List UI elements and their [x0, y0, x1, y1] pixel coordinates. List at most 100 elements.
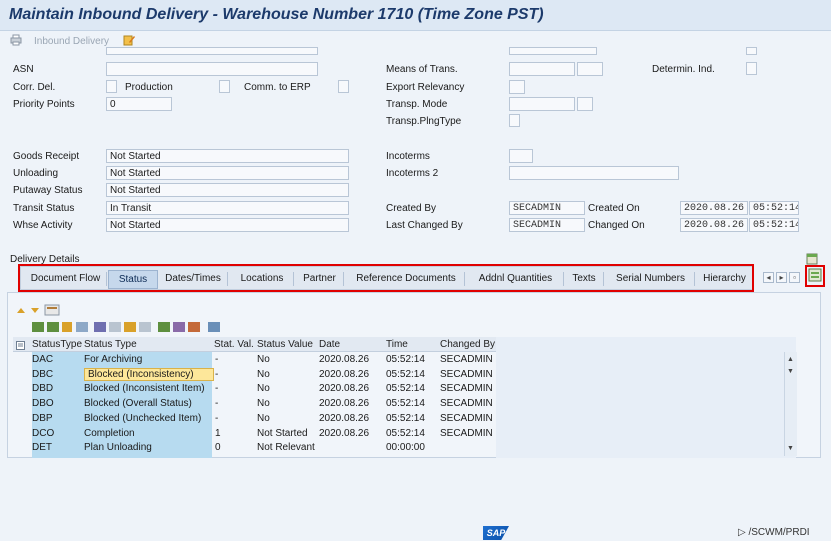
changed-on-date-field[interactable]: 2020.08.26: [680, 218, 748, 232]
col-time[interactable]: Time: [386, 339, 408, 350]
top-right-field-partial[interactable]: [509, 47, 597, 55]
col-changed-by[interactable]: Changed By: [440, 339, 495, 350]
tab-scroll-left-button[interactable]: ◂: [763, 272, 774, 283]
cell-status-code[interactable]: DBD: [32, 383, 53, 394]
cell-status-code[interactable]: DBO: [32, 398, 54, 409]
incoterms2-field[interactable]: [509, 166, 679, 180]
col-status-value[interactable]: Status Value: [257, 339, 313, 350]
created-by-field[interactable]: SECADMIN: [509, 201, 585, 215]
cell-status-code[interactable]: DBC: [32, 369, 53, 380]
cell-time[interactable]: 05:52:14: [386, 428, 425, 439]
transit-status-field[interactable]: In Transit: [106, 201, 349, 215]
cell-status-type[interactable]: Completion: [84, 428, 135, 439]
cell-stat-val[interactable]: -: [215, 383, 218, 394]
tab-scroll-right-button[interactable]: ▸: [776, 272, 787, 283]
cell-stat-val[interactable]: -: [215, 413, 218, 424]
transp-plng-type-field[interactable]: [509, 114, 520, 127]
cell-time[interactable]: 05:52:14: [386, 398, 425, 409]
goods-receipt-field[interactable]: Not Started: [106, 149, 349, 163]
scroll-page-down-icon[interactable]: ▼: [787, 368, 794, 375]
cell-status-type[interactable]: Blocked (Inconsistent Item): [84, 383, 205, 394]
cell-status-code[interactable]: DBP: [32, 413, 53, 424]
select-all-icon[interactable]: [16, 341, 25, 350]
table-row[interactable]: DBO Blocked (Overall Status) - No 2020.08.26…: [14, 397, 494, 411]
col-statustype[interactable]: StatusType: [32, 339, 82, 350]
system-info[interactable]: ▷ /SCWM/PRDI: [738, 527, 810, 538]
cell-date[interactable]: 2020.08.26: [319, 398, 369, 409]
table-row[interactable]: DET Plan Unloading 0 Not Relevant 00:00:00: [14, 441, 494, 455]
table-row[interactable]: DAC For Archiving - No 2020.08.26 05:52:14 SEC…: [14, 353, 494, 367]
cell-status-type[interactable]: Blocked (Inconsistency): [84, 367, 214, 381]
means-of-trans-field[interactable]: [509, 62, 575, 76]
col-date[interactable]: Date: [319, 339, 340, 350]
table-row[interactable]: DBC Blocked (Inconsistency) - No 2020.08.26 0…: [14, 367, 494, 382]
cell-changed-by[interactable]: SECADMIN: [440, 428, 493, 439]
table-row[interactable]: DBD Blocked (Inconsistent Item) - No 2020.08…: [14, 382, 494, 396]
inbound-delivery-button[interactable]: Inbound Delivery: [34, 36, 109, 47]
cell-stat-val[interactable]: -: [215, 398, 218, 409]
cell-time[interactable]: 05:52:14: [386, 354, 425, 365]
means-of-trans-field-2[interactable]: [577, 62, 603, 76]
cell-status-value[interactable]: Not Relevant: [257, 442, 315, 453]
cell-time[interactable]: 05:52:14: [386, 369, 425, 380]
cell-date[interactable]: 2020.08.26: [319, 428, 369, 439]
table-row[interactable]: DBP Blocked (Unchecked Item) - No 2020.08.26…: [14, 412, 494, 426]
cell-time[interactable]: 00:00:00: [386, 442, 425, 453]
priority-points-field[interactable]: 0: [106, 97, 172, 111]
table-vertical-scrollbar[interactable]: ▲ ▼ ▼: [784, 352, 797, 456]
putaway-status-field[interactable]: Not Started: [106, 183, 349, 197]
select-layout-icon[interactable]: [44, 304, 60, 316]
cell-status-code[interactable]: DCO: [32, 428, 54, 439]
col-stat-val[interactable]: Stat. Val.: [214, 339, 254, 350]
cell-time[interactable]: 05:52:14: [386, 413, 425, 424]
col-status-type[interactable]: Status Type: [84, 339, 137, 350]
cell-stat-val[interactable]: -: [215, 369, 218, 380]
cell-date[interactable]: 2020.08.26: [319, 354, 369, 365]
cell-status-type[interactable]: Blocked (Unchecked Item): [84, 413, 201, 424]
cell-status-code[interactable]: DET: [32, 442, 52, 453]
cell-status-value[interactable]: No: [257, 413, 270, 424]
determin-ind-checkbox[interactable]: [746, 62, 757, 75]
cell-changed-by[interactable]: SECADMIN: [440, 354, 493, 365]
warehouse-field-partial[interactable]: [106, 47, 318, 55]
move-up-icon[interactable]: [15, 305, 27, 316]
display-change-icon[interactable]: [123, 34, 135, 46]
cell-status-value[interactable]: No: [257, 369, 270, 380]
scroll-up-icon[interactable]: ▲: [787, 356, 794, 363]
cell-status-type[interactable]: Plan Unloading: [84, 442, 152, 453]
cell-status-value[interactable]: No: [257, 354, 270, 365]
cell-stat-val[interactable]: 0: [215, 442, 221, 453]
whse-activity-field[interactable]: Not Started: [106, 218, 349, 232]
last-changed-by-field[interactable]: SECADMIN: [509, 218, 585, 232]
cell-changed-by[interactable]: SECADMIN: [440, 398, 493, 409]
created-on-date-field[interactable]: 2020.08.26: [680, 201, 748, 215]
print-icon[interactable]: [10, 34, 22, 46]
cell-date[interactable]: 2020.08.26: [319, 369, 369, 380]
move-down-icon[interactable]: [29, 305, 41, 316]
cell-stat-val[interactable]: -: [215, 354, 218, 365]
changed-on-time-field[interactable]: 05:52:14: [749, 218, 799, 232]
top-right-checkbox-partial[interactable]: [746, 47, 757, 55]
cell-status-code[interactable]: DAC: [32, 354, 53, 365]
cell-status-value[interactable]: No: [257, 398, 270, 409]
cell-status-value[interactable]: No: [257, 383, 270, 394]
asn-field[interactable]: [106, 62, 318, 76]
table-settings-icon[interactable]: [806, 253, 818, 265]
comm-erp-checkbox[interactable]: [338, 80, 349, 93]
cell-changed-by[interactable]: SECADMIN: [440, 369, 493, 380]
created-on-time-field[interactable]: 05:52:14: [749, 201, 799, 215]
cell-stat-val[interactable]: 1: [215, 428, 221, 439]
incoterms-field[interactable]: [509, 149, 533, 163]
cell-changed-by[interactable]: SECADMIN: [440, 383, 493, 394]
transp-mode-field-2[interactable]: [577, 97, 593, 111]
cell-date[interactable]: 2020.08.26: [319, 413, 369, 424]
cell-changed-by[interactable]: SECADMIN: [440, 413, 493, 424]
cell-date[interactable]: 2020.08.26: [319, 383, 369, 394]
cell-status-value[interactable]: Not Started: [257, 428, 308, 439]
cell-time[interactable]: 05:52:14: [386, 383, 425, 394]
tab-list-button[interactable]: ▫: [789, 272, 800, 283]
unloading-field[interactable]: Not Started: [106, 166, 349, 180]
export-relevancy-field[interactable]: [509, 80, 525, 94]
corr-del-checkbox[interactable]: [106, 80, 117, 93]
production-checkbox[interactable]: [219, 80, 230, 93]
